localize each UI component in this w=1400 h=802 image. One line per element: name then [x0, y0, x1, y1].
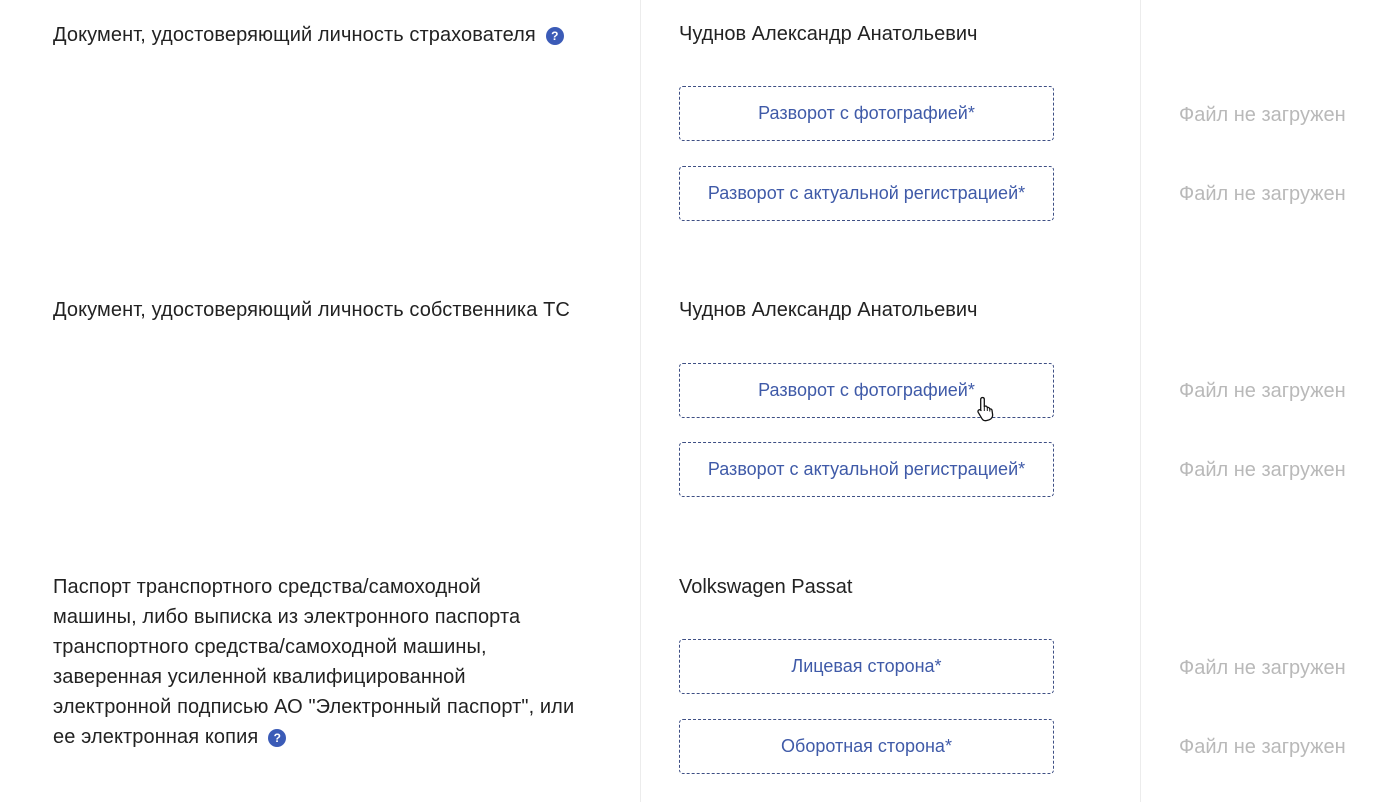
- document-title-line: электронной подписью АО "Электронный пас…: [53, 696, 575, 718]
- document-title-line: Паспорт транспортного средства/самоходно…: [53, 576, 481, 598]
- file-status: Файл не загружен: [1179, 104, 1346, 126]
- document-title-owner-id: Документ, удостоверяющий личность собств…: [53, 295, 618, 325]
- help-icon[interactable]: ?: [268, 729, 287, 747]
- document-title-insurer-id: Документ, удостоверяющий личность страхо…: [53, 20, 618, 50]
- document-title-line: транспортного средства/самоходной машины…: [53, 636, 487, 658]
- upload-front-side-button[interactable]: Лицевая сторона*: [679, 639, 1054, 694]
- column-divider-left: [640, 0, 641, 802]
- file-status: Файл не загружен: [1179, 183, 1346, 205]
- upload-back-side-button[interactable]: Оборотная сторона*: [679, 719, 1054, 774]
- help-icon[interactable]: ?: [545, 27, 564, 45]
- upload-photo-page-button[interactable]: Разворот с фотографией*: [679, 363, 1054, 418]
- document-title-line: ее электронная копия: [53, 726, 259, 748]
- insurer-name: Чуднов Александр Анатольевич: [679, 23, 978, 45]
- document-title-line: заверенная усиленной квалифицированной: [53, 666, 466, 688]
- file-status: Файл не загружен: [1179, 657, 1346, 679]
- document-title-text: Документ, удостоверяющий личность страхо…: [53, 24, 536, 46]
- upload-registration-page-button[interactable]: Разворот с актуальной регистрацией*: [679, 442, 1054, 497]
- file-status: Файл не загружен: [1179, 380, 1346, 402]
- hand-pointer-icon: [977, 396, 994, 422]
- document-title-vehicle-passport: Паспорт транспортного средства/самоходно…: [53, 572, 618, 752]
- file-status: Файл не загружен: [1179, 736, 1346, 758]
- column-divider-right: [1140, 0, 1141, 802]
- vehicle-name: Volkswagen Passat: [679, 576, 853, 598]
- document-title-line: машины, либо выписка из электронного пас…: [53, 606, 521, 628]
- document-title-text: Документ, удостоверяющий личность собств…: [53, 299, 570, 321]
- file-status: Файл не загружен: [1179, 459, 1346, 481]
- upload-registration-page-button[interactable]: Разворот с актуальной регистрацией*: [679, 166, 1054, 221]
- upload-photo-page-button[interactable]: Разворот с фотографией*: [679, 86, 1054, 141]
- owner-name: Чуднов Александр Анатольевич: [679, 299, 978, 321]
